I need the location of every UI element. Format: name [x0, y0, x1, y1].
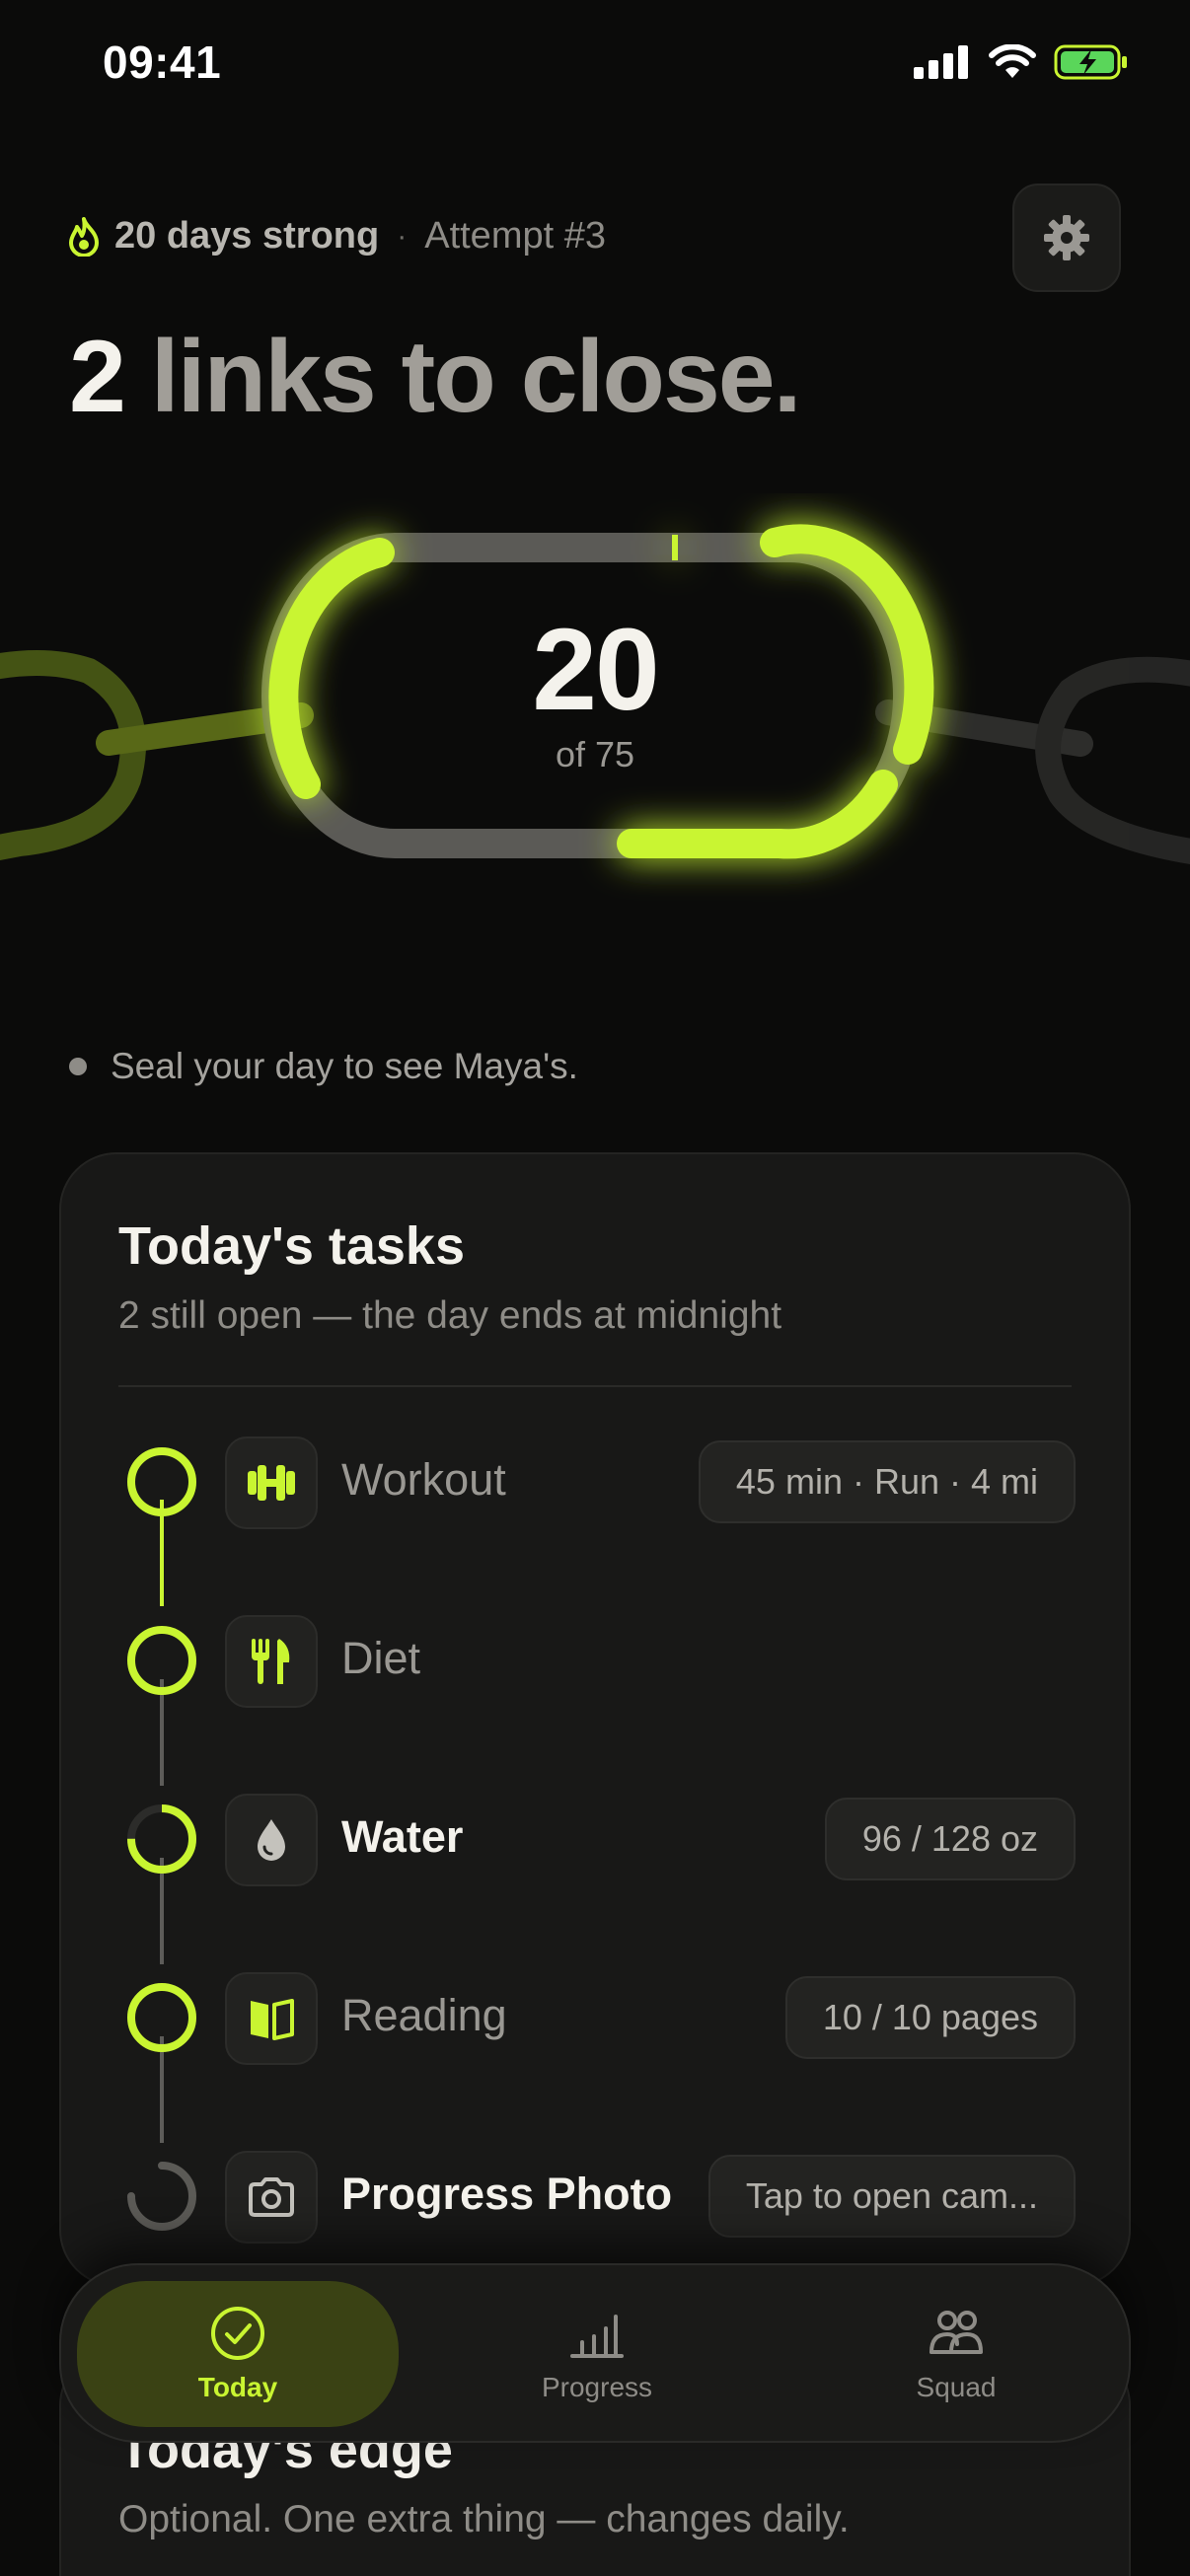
tasks-card-subtitle: 2 still open — the day ends at midnight — [118, 1294, 782, 1337]
edge-card-subtitle: Optional. One extra thing — changes dail… — [118, 2498, 850, 2540]
tasks-divider — [118, 1385, 1072, 1387]
streak-label: 20 days strong — [114, 215, 380, 257]
hint-text: Seal your day to see Maya's. — [111, 1046, 578, 1086]
attempt-label: Attempt #3 — [424, 215, 606, 257]
hint-dot — [69, 1058, 87, 1075]
task-label: Reading — [341, 1990, 507, 2040]
check-circle-icon — [211, 2307, 264, 2360]
camera-icon — [225, 2151, 318, 2244]
dumbbell-icon — [225, 1436, 318, 1529]
task-workout[interactable]: Workout 45 min · Run · 4 mi — [61, 1419, 1133, 1537]
task-water[interactable]: Water 96 / 128 oz — [61, 1776, 1133, 1894]
task-progress-ring[interactable] — [122, 1800, 201, 1878]
counter-current: 20 — [532, 605, 659, 735]
task-label: Water — [341, 1811, 464, 1862]
squad-hint: Seal your day to see Maya's. — [69, 1046, 578, 1087]
task-progress-photo[interactable]: Progress Photo Tap to open cam... — [61, 2133, 1133, 2251]
page-title: 2 links to close. — [69, 326, 802, 428]
battery-charging-icon — [1054, 44, 1127, 80]
flame-icon — [69, 216, 99, 257]
water-drop-icon — [225, 1794, 318, 1886]
tab-label: Squad — [916, 2372, 997, 2402]
previous-chain-link — [0, 650, 314, 860]
task-complete-ring[interactable] — [122, 1621, 201, 1700]
task-label: Progress Photo — [341, 2169, 673, 2219]
settings-button[interactable] — [1012, 184, 1121, 292]
task-open-ring[interactable] — [122, 2157, 201, 2236]
streak-separator: · — [397, 219, 408, 253]
day-counter: 20 of 75 — [398, 612, 792, 775]
task-detail-chip[interactable]: 45 min · Run · 4 mi — [698, 1440, 1076, 1523]
gear-icon — [1044, 215, 1089, 260]
task-diet[interactable]: Diet — [61, 1597, 1133, 1716]
tab-squad[interactable]: Squad — [795, 2281, 1117, 2427]
bottom-tab-bar: Today Progress Squad — [59, 2263, 1131, 2443]
today-screen: 09:41 20 days strong · Attempt #3 2 link… — [0, 0, 1190, 2576]
fork-knife-icon — [225, 1615, 318, 1708]
task-detail-chip[interactable]: 10 / 10 pages — [784, 1976, 1076, 2059]
tab-today[interactable]: Today — [77, 2281, 399, 2427]
tab-label: Today — [197, 2372, 278, 2402]
headline-text: links to close. — [150, 320, 802, 434]
people-icon — [930, 2311, 983, 2354]
status-time: 09:41 — [103, 37, 222, 88]
tab-progress[interactable]: Progress — [436, 2281, 758, 2427]
task-detail-chip[interactable]: 96 / 128 oz — [824, 1798, 1076, 1880]
task-reading[interactable]: Reading 10 / 10 pages — [61, 1954, 1133, 2073]
bar-chart-icon — [570, 2315, 624, 2358]
task-complete-ring[interactable] — [122, 1978, 201, 2057]
task-complete-ring[interactable] — [122, 1442, 201, 1521]
open-camera-chip[interactable]: Tap to open cam... — [707, 2155, 1076, 2238]
cellular-signal-icon — [914, 45, 968, 79]
wifi-icon — [989, 44, 1036, 78]
status-icons — [914, 43, 1129, 81]
headline-number: 2 — [69, 320, 126, 434]
task-label: Workout — [341, 1454, 506, 1505]
tab-label: Progress — [541, 2372, 653, 2402]
counter-total: of 75 — [555, 734, 635, 774]
book-icon — [225, 1972, 318, 2065]
streak-row: 20 days strong · Attempt #3 — [67, 215, 606, 258]
task-label: Diet — [341, 1633, 421, 1683]
tasks-card: Today's tasks 2 still open — the day end… — [59, 1152, 1131, 2287]
tasks-card-title: Today's tasks — [118, 1216, 465, 1276]
